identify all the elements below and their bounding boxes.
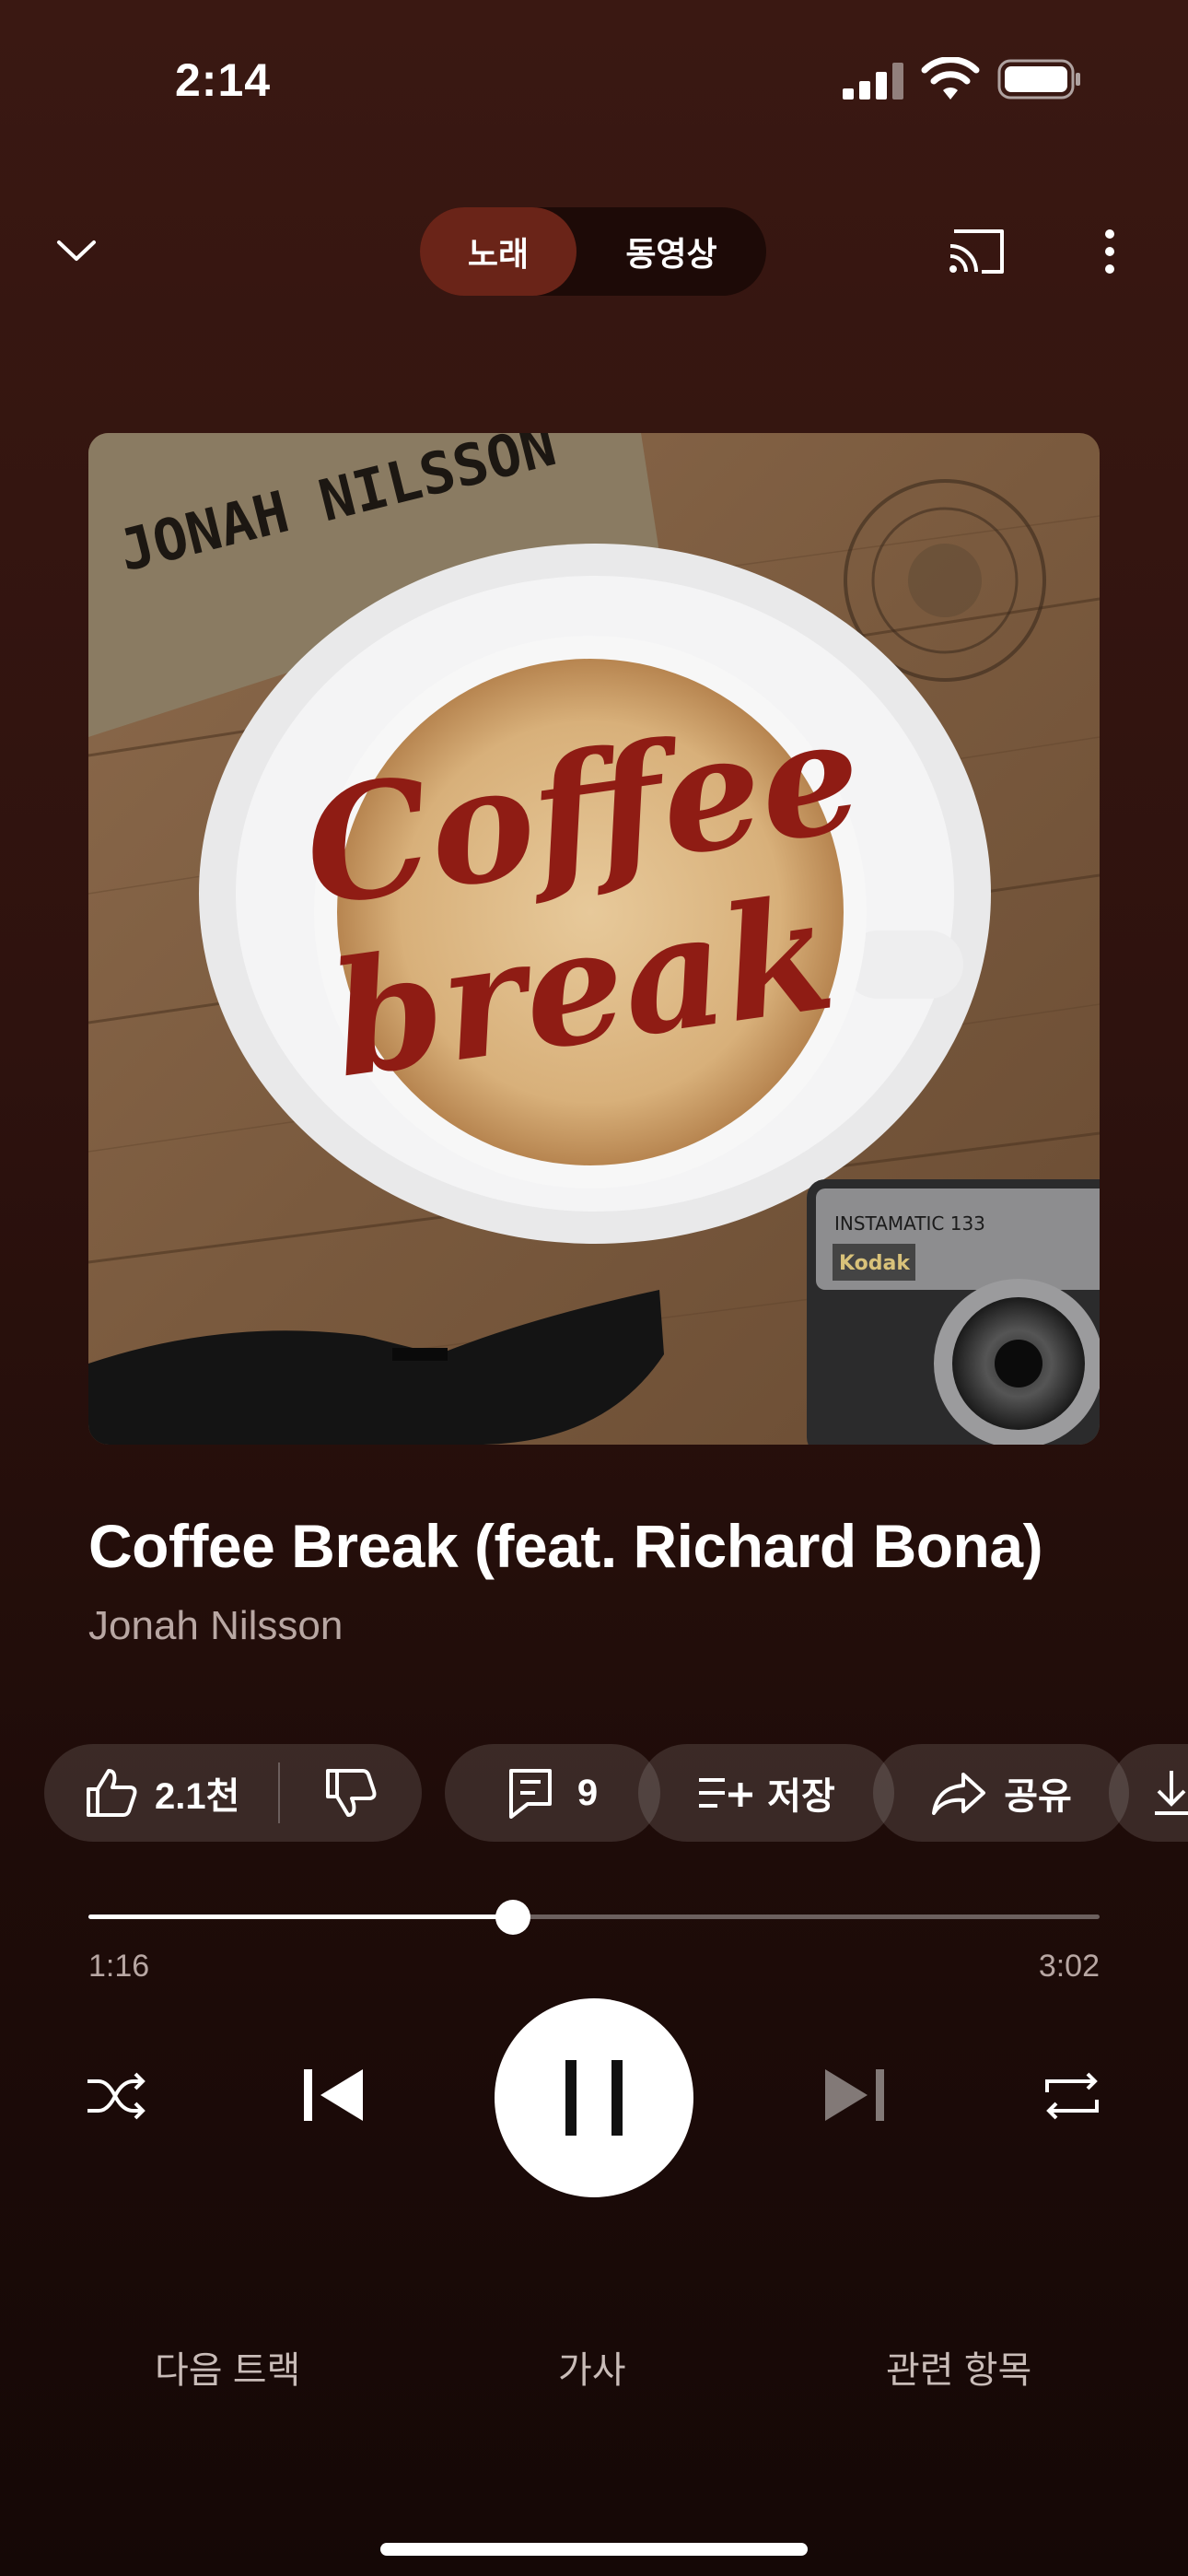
skip-next-icon [825,2069,884,2121]
album-art: JONAH NILSSON Coffee break INSTAMATIC 13… [88,433,1100,1445]
thumbs-up-icon [87,1769,137,1817]
tab-lyrics[interactable]: 가사 [558,2340,626,2394]
total-time: 3:02 [1038,1949,1100,1984]
cover-camera-brand: Kodak [839,1252,911,1275]
like-button[interactable]: 2.1천 [44,1766,278,1820]
shuffle-icon [87,2072,146,2120]
song-video-toggle: 노래 동영상 [420,207,766,296]
share-label: 공유 [1004,1776,1072,1817]
like-count: 2.1천 [155,1776,240,1817]
comment-icon [508,1769,552,1819]
album-art-image: JONAH NILSSON Coffee break INSTAMATIC 13… [88,433,1100,1445]
elapsed-time: 1:16 [88,1949,150,1984]
tab-song[interactable]: 노래 [420,207,577,296]
download-icon [1155,1771,1188,1815]
tab-video[interactable]: 동영상 [577,207,766,296]
tab-related[interactable]: 관련 항목 [886,2340,1031,2394]
action-chips: 2.1천 9 저장 공유 [44,1744,1188,1844]
status-bar: 2:14 [0,0,1188,157]
next-track-button[interactable] [812,2054,895,2137]
track-artist[interactable]: Jonah Nilsson [88,1603,343,1649]
cellular-signal-icon [843,63,903,100]
tab-up-next[interactable]: 다음 트랙 [155,2340,300,2394]
dislike-button[interactable] [280,1767,422,1819]
repeat-icon [1045,2072,1099,2120]
more-vertical-icon [1105,229,1114,274]
pause-icon [565,2060,623,2136]
comment-count: 9 [577,1772,599,1813]
progress-thumb[interactable] [495,1900,531,1935]
thumbs-down-icon [326,1769,377,1817]
cast-icon [949,229,1004,274]
home-indicator[interactable] [380,2543,808,2556]
collapse-player-button[interactable] [44,218,109,283]
share-icon [932,1773,986,1815]
player-bottom-tabs: 다음 트랙 가사 관련 항목 [0,2340,1188,2414]
share-button[interactable]: 공유 [873,1744,1129,1842]
cover-camera-model: INSTAMATIC 133 [834,1212,985,1235]
progress-fill [88,1914,514,1919]
cast-button[interactable] [944,218,1010,285]
wifi-icon [921,57,980,100]
save-to-playlist-button[interactable]: 저장 [638,1744,894,1842]
player-top-bar: 노래 동영상 [0,198,1188,299]
shuffle-button[interactable] [79,2059,153,2133]
like-dislike-chip: 2.1천 [44,1744,422,1842]
track-title: Coffee Break (feat. Richard Bona) [88,1512,1043,1580]
pause-button[interactable] [495,1998,693,2197]
repeat-button[interactable] [1035,2059,1109,2133]
chevron-down-icon [57,240,96,261]
previous-track-button[interactable] [293,2054,376,2137]
comments-button[interactable]: 9 [445,1744,660,1842]
download-button[interactable] [1109,1744,1188,1842]
playlist-add-icon [699,1778,753,1808]
battery-icon [997,59,1080,100]
skip-previous-icon [304,2069,363,2121]
more-options-button[interactable] [1082,218,1137,285]
playback-progress-slider[interactable] [88,1898,1100,1935]
save-label: 저장 [767,1776,835,1817]
playback-controls [0,1995,1188,2197]
status-time: 2:14 [175,54,272,106]
